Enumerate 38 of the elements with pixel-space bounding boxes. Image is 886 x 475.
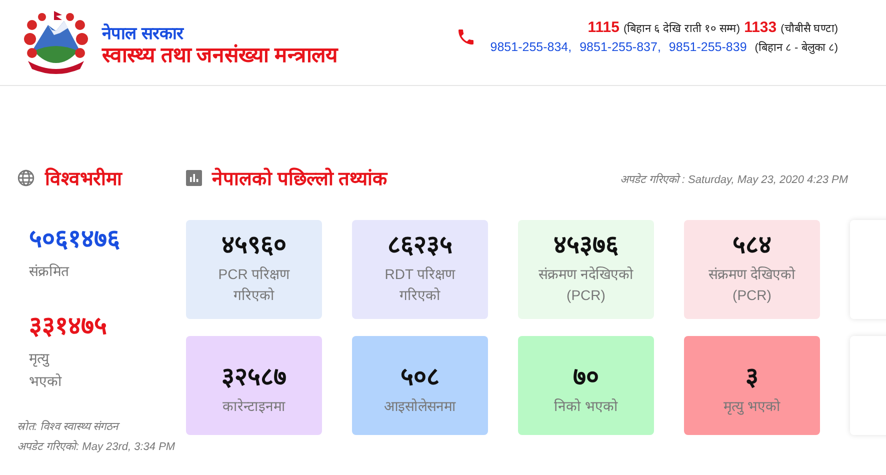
stat-value: ५८४ <box>732 230 772 260</box>
section-title: नेपालको पछिल्लो तथ्यांक <box>212 166 388 191</box>
stat-value: ३२५८७ <box>222 362 286 392</box>
phone-number[interactable]: 9851-255-837, <box>580 40 661 54</box>
stat-label: संक्रमण देखिएको (PCR) <box>708 265 796 305</box>
government-title: नेपाल सरकार <box>102 24 185 44</box>
stat-label: मृत्यु भएको <box>724 397 780 417</box>
stat-label: संक्रमित <box>29 262 70 281</box>
stat-value: ५०६१४७६ <box>29 224 121 254</box>
stat-value: ७० <box>573 362 599 392</box>
stat-label: मृत्यु भएको <box>29 349 63 391</box>
stat-label: निको भएको <box>554 397 618 416</box>
hotline-number[interactable]: 1133 <box>744 19 777 36</box>
bar-chart-icon <box>186 170 202 186</box>
phone-number[interactable]: 9851-255-834, <box>490 40 572 54</box>
phone-number[interactable]: 9851-255-839 <box>668 40 747 54</box>
update-time: अपडेट गरिएको: May 23rd, 3:34 PM <box>17 439 176 455</box>
globe-icon <box>17 169 35 187</box>
hotline-hours: (बिहान ६ देखि राती १० सम्म) <box>623 21 740 35</box>
source-note: स्रोत: विश्व स्वास्थ्य संगठन <box>17 419 121 435</box>
hotline-hours: (चौबीसै घण्टा) <box>780 21 838 35</box>
ministry-title: स्वास्थ्य तथा जनसंख्या मन्त्रालय <box>102 44 338 68</box>
stat-value: ४५९६० <box>222 230 286 260</box>
stat-label: कारेन्टाइनमा <box>222 397 286 416</box>
stat-value: ३३१४७५ <box>29 311 108 341</box>
stat-label: संक्रमण नदेखिएको (PCR) <box>538 265 634 305</box>
stat-value: ५०८ <box>400 362 440 392</box>
stat-value: ३ <box>746 362 758 392</box>
stat-value: ४५३७६ <box>554 230 618 260</box>
stat-label: RDT परिक्षण गरिएको <box>384 265 456 305</box>
phone-icon <box>456 26 476 46</box>
section-title: विश्वभरीमा <box>45 166 122 191</box>
stat-value: ८६२३५ <box>388 230 452 260</box>
stat-label: PCR परिक्षण गरिएको <box>218 265 290 305</box>
hotline-number[interactable]: 1115 <box>588 19 620 36</box>
update-time: अपडेट गरिएको : Saturday, May 23, 2020 4:23 PM <box>620 172 848 186</box>
phone-hours: (बिहान ८ - बेलुका ८) <box>754 40 838 54</box>
stat-label: आइसोलेसनमा <box>384 397 456 416</box>
